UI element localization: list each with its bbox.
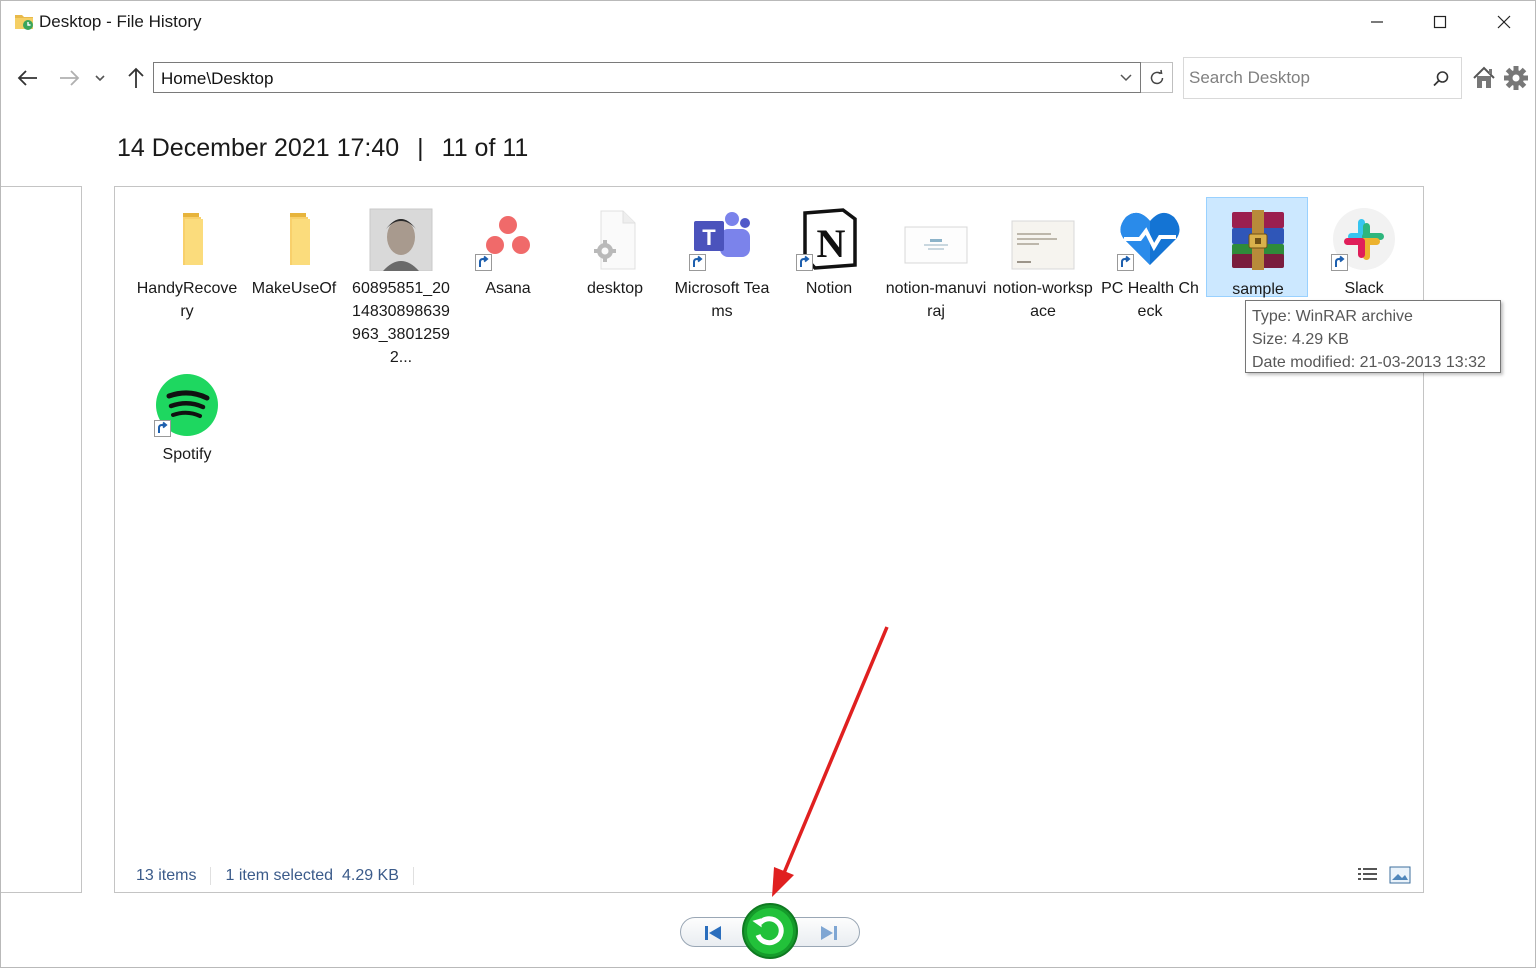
chevron-down-icon[interactable] [1118, 69, 1134, 87]
file-tooltip: Type: WinRAR archive Size: 4.29 KB Date … [1245, 300, 1501, 373]
recent-locations-dropdown[interactable] [87, 63, 113, 93]
chevron-down-icon [95, 75, 105, 82]
refresh-icon [1150, 69, 1163, 84]
file-label: notion-workspace [993, 280, 1093, 320]
document-thumbnail [1011, 220, 1075, 270]
forward-arrow-icon [60, 70, 80, 86]
navigation-pane[interactable] [1, 186, 82, 893]
maximize-icon [1433, 15, 1447, 29]
file-label: HandyRecovery [136, 280, 238, 320]
status-divider [210, 867, 212, 885]
file-label: Spotify [162, 446, 212, 463]
file-item-desktop[interactable]: desktop [564, 197, 666, 297]
search-box[interactable] [1183, 57, 1462, 99]
file-label: Slack [1344, 280, 1384, 297]
snapshot-datetime: 14 December 2021 17:40 [117, 134, 400, 162]
file-item-notion-manuviraj[interactable]: notion-manuviraj [885, 197, 987, 320]
skip-next-icon [821, 926, 837, 940]
details-view-icon[interactable] [1357, 865, 1379, 885]
file-history-window: Desktop - File History Home\Desktop Sear… [0, 0, 1536, 968]
refresh-button[interactable] [1141, 62, 1173, 93]
file-label: notion-manuviraj [885, 280, 987, 320]
window-title: Desktop - File History [39, 12, 202, 31]
folder-icon [290, 213, 310, 265]
file-label: Notion [805, 280, 853, 297]
previous-version-button[interactable] [680, 917, 750, 947]
snapshot-position: 11 of 11 [441, 134, 529, 162]
photo-thumbnail [369, 208, 433, 271]
shortcut-arrow-icon [475, 254, 492, 271]
file-label: sample [1232, 281, 1284, 298]
file-item-spotify[interactable]: Spotify [136, 363, 238, 463]
file-history-app-icon [15, 15, 33, 30]
status-divider [412, 867, 414, 885]
document-thumbnail [904, 226, 968, 264]
tooltip-size: Size: 4.29 KB [1252, 331, 1349, 348]
gear-icon[interactable] [1503, 64, 1529, 92]
file-item-pc-health-check[interactable]: PC Health Check [1099, 197, 1201, 320]
search-icon[interactable] [1431, 69, 1451, 89]
svg-text:N: N [817, 221, 846, 266]
file-list-pane[interactable]: HandyRecovery MakeUseOf 60895851_2014830… [114, 186, 1424, 893]
status-bar: 13 items 1 item selected 4.29 KB [136, 867, 428, 885]
winrar-icon [1232, 210, 1284, 270]
snapshot-header: 14 December 2021 17:40 | 11 of 11 [117, 134, 528, 163]
home-icon[interactable] [1471, 64, 1497, 92]
close-button[interactable] [1472, 1, 1536, 43]
file-label: MakeUseOf [251, 280, 337, 297]
address-bar[interactable]: Home\Desktop [153, 62, 1141, 93]
shortcut-arrow-icon [689, 254, 706, 271]
tooltip-date: Date modified: 21-03-2013 13:32 [1252, 354, 1486, 371]
skip-previous-icon [705, 926, 721, 940]
file-item-photo[interactable]: 60895851_2014830898639963_38012592... [350, 197, 452, 366]
file-item-sample[interactable]: sample [1206, 197, 1308, 298]
file-label: 60895851_2014830898639963_38012592... [352, 280, 450, 366]
file-label: Microsoft Teams [674, 280, 770, 320]
file-item-slack[interactable]: Slack [1313, 197, 1415, 297]
back-button[interactable] [13, 63, 43, 93]
selection-info: 1 item selected 4.29 KB [225, 867, 399, 885]
restore-button[interactable] [741, 902, 799, 960]
minimize-button[interactable] [1345, 1, 1409, 43]
up-arrow-icon [128, 67, 144, 88]
shortcut-arrow-icon [796, 254, 813, 271]
svg-text:T: T [702, 225, 716, 250]
file-item-microsoft-teams[interactable]: T Microsoft Teams [671, 197, 773, 320]
file-item-makeuseof[interactable]: MakeUseOf [243, 197, 345, 297]
maximize-button[interactable] [1408, 1, 1472, 43]
settings-file-icon [594, 210, 636, 270]
large-icons-view-icon[interactable] [1389, 865, 1411, 885]
search-input[interactable] [1189, 67, 1419, 89]
forward-button[interactable] [54, 63, 84, 93]
file-item-notion-workspace[interactable]: notion-workspace [992, 197, 1094, 320]
file-item-asana[interactable]: Asana [457, 197, 559, 297]
tooltip-type: Type: WinRAR archive [1252, 308, 1413, 325]
close-icon [1497, 15, 1511, 29]
item-count: 13 items [136, 867, 197, 885]
address-path: Home\Desktop [161, 69, 274, 88]
file-label: desktop [586, 280, 644, 297]
shortcut-arrow-icon [1117, 254, 1134, 271]
folder-icon [183, 213, 203, 265]
file-item-handyrecovery[interactable]: HandyRecovery [136, 197, 238, 320]
back-arrow-icon [17, 70, 37, 86]
shortcut-arrow-icon [1331, 254, 1348, 271]
minimize-icon [1371, 21, 1383, 23]
next-version-button[interactable] [790, 917, 860, 947]
file-label: Asana [485, 280, 531, 297]
header-separator: | [417, 134, 424, 162]
shortcut-arrow-icon [154, 420, 171, 437]
up-button[interactable] [121, 63, 151, 93]
title-bar: Desktop - File History [1, 1, 1536, 45]
file-item-notion[interactable]: N Notion [778, 197, 880, 297]
file-label: PC Health Check [1101, 280, 1199, 320]
